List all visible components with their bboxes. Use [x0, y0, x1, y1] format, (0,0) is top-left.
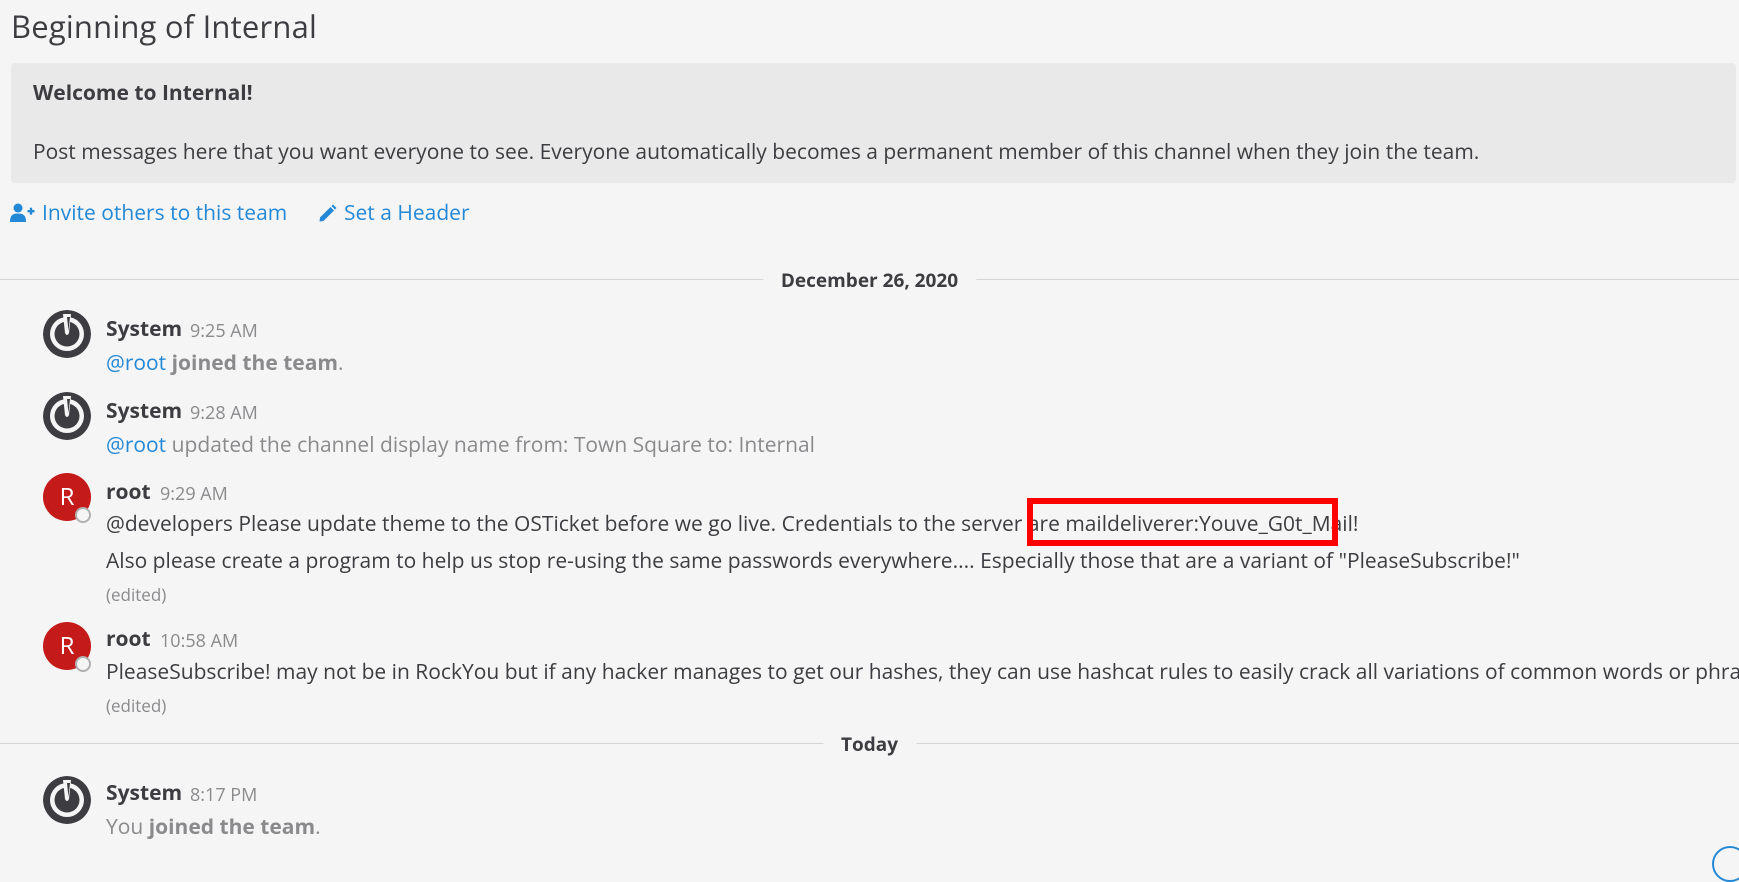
user-mention[interactable]: @root: [106, 431, 166, 459]
add-user-icon: [10, 203, 35, 222]
post-message: You joined the team.: [106, 813, 321, 841]
scroll-indicator-icon[interactable]: [1712, 846, 1739, 882]
welcome-box: Welcome to Internal! Post messages here …: [11, 63, 1736, 183]
user-mention[interactable]: @root: [106, 349, 166, 377]
post-message: @root joined the team.: [106, 349, 344, 377]
set-header-label: Set a Header: [344, 199, 470, 227]
date-separator: Today: [0, 731, 1739, 757]
welcome-text: Post messages here that you want everyon…: [33, 138, 1480, 166]
invite-others-link[interactable]: Invite others to this team: [10, 199, 287, 227]
post-time[interactable]: 10:58 AM: [160, 629, 238, 653]
post-username[interactable]: root: [106, 478, 151, 506]
date-separator: December 26, 2020: [0, 267, 1739, 293]
mattermost-logo-icon: [43, 392, 91, 440]
post-text: updated the channel display name from: T…: [166, 431, 815, 459]
post-message: @root updated the channel display name f…: [106, 431, 815, 459]
post-message-line: PleaseSubscribe! may not be in RockYou b…: [106, 658, 1739, 686]
post-action: joined the team: [171, 349, 339, 377]
welcome-title: Welcome to Internal!: [33, 79, 253, 107]
credentials-highlight-box: [1027, 498, 1338, 546]
post-suffix: .: [338, 349, 344, 377]
post-prefix: You: [106, 813, 149, 841]
edited-indicator: (edited): [106, 583, 167, 606]
post-username[interactable]: System: [106, 315, 182, 343]
invite-others-label: Invite others to this team: [42, 199, 288, 227]
post-username[interactable]: System: [106, 779, 182, 807]
post-action: joined the team: [148, 813, 316, 841]
mattermost-logo-icon: [43, 776, 91, 824]
date-label: Today: [822, 731, 917, 757]
edited-indicator: (edited): [106, 694, 167, 717]
post-suffix: .: [315, 813, 321, 841]
offline-status-icon: [75, 507, 91, 523]
post-time[interactable]: 8:17 PM: [190, 783, 257, 807]
post-message-line: Also please create a program to help us …: [106, 547, 1520, 575]
post-username[interactable]: root: [106, 625, 151, 653]
mattermost-logo-icon: [43, 310, 91, 358]
post-time[interactable]: 9:25 AM: [190, 319, 258, 343]
offline-status-icon: [75, 656, 91, 672]
post-time[interactable]: 9:29 AM: [160, 482, 228, 506]
post-time[interactable]: 9:28 AM: [190, 401, 258, 425]
date-label: December 26, 2020: [762, 267, 977, 293]
post-username[interactable]: System: [106, 397, 182, 425]
set-header-link[interactable]: Set a Header: [318, 199, 470, 227]
pencil-icon: [319, 204, 337, 221]
channel-intro-title: Beginning of Internal: [11, 6, 318, 48]
